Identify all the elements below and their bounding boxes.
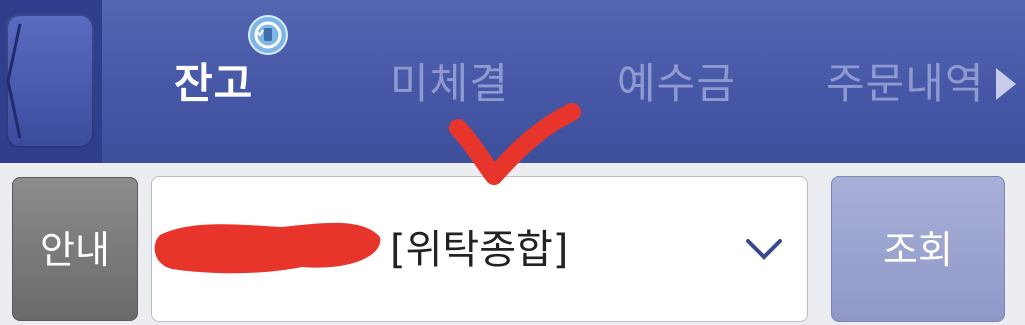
account-dropdown[interactable]: [위탁종합] [151, 176, 808, 322]
red-check-annotation [449, 103, 581, 185]
tab-order-history[interactable]: 주문내역 [826, 52, 985, 116]
info-button[interactable]: 안내 [12, 177, 138, 321]
next-tab-arrow-icon[interactable] [996, 68, 1016, 100]
tab-deposit[interactable]: 예수금 [617, 52, 736, 116]
chevron-down-icon[interactable] [744, 237, 784, 263]
back-button[interactable] [0, 0, 102, 163]
back-arrow-icon [6, 14, 94, 148]
tab-balance[interactable]: 잔고 [174, 52, 253, 116]
search-button[interactable]: 조회 [831, 176, 1005, 322]
account-type-label: [위탁종합] [390, 227, 569, 273]
refresh-icon[interactable] [247, 14, 289, 56]
redaction-scribble [154, 222, 381, 274]
